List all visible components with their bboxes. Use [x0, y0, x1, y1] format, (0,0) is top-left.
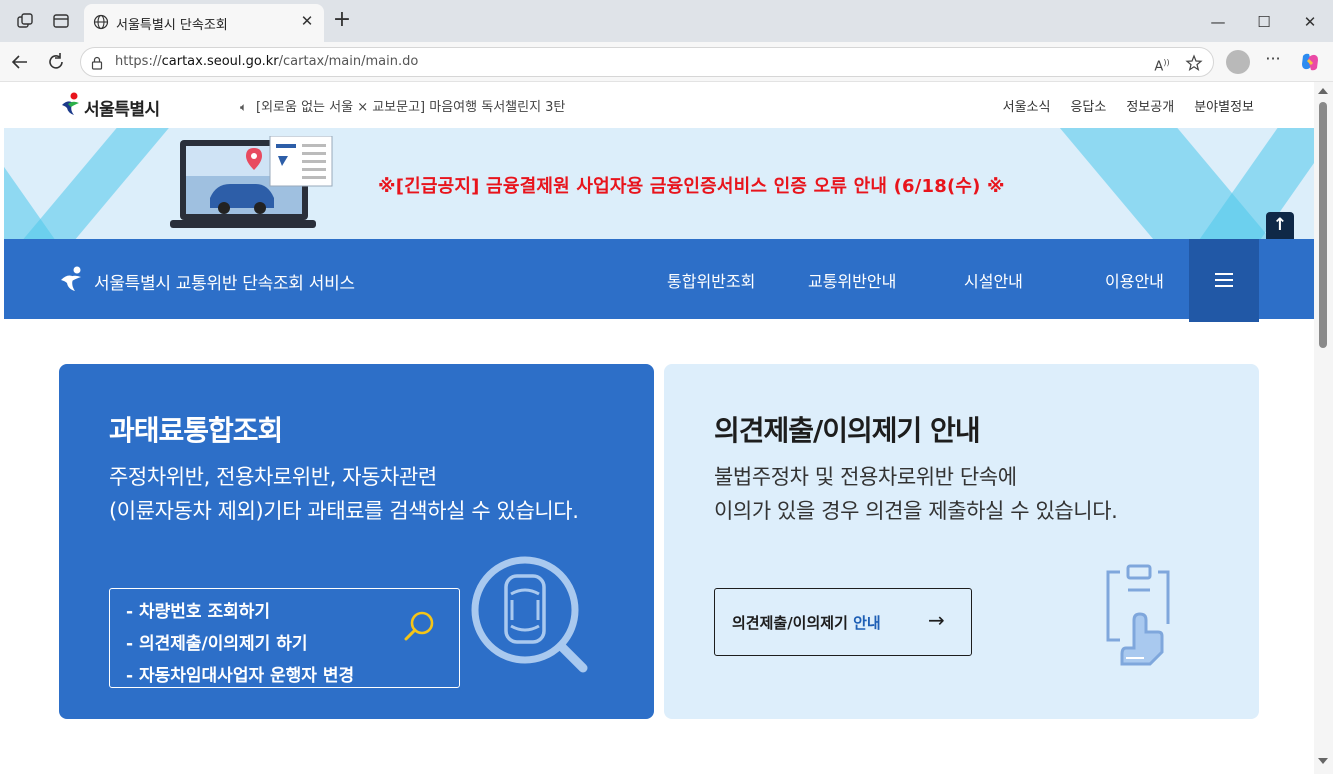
copilot-icon[interactable] — [1298, 50, 1322, 74]
scroll-down-icon[interactable] — [1318, 758, 1328, 764]
menu-usage-guide[interactable]: 이용안내 — [1105, 268, 1164, 292]
search-icon[interactable] — [402, 609, 438, 649]
fine-lookup-card[interactable]: 과태료통합조회 주정차위반, 전용차로위반, 자동차관련 (이륜자동차 제외)기… — [59, 364, 654, 719]
scroll-top-button[interactable]: ↑ — [1266, 212, 1294, 239]
car-magnifier-icon — [469, 554, 599, 688]
tab-title: 서울특별시 단속조회 — [116, 18, 228, 33]
arrow-right-icon: → — [928, 608, 945, 632]
lock-icon[interactable] — [90, 55, 104, 70]
fine-lookup-title: 과태료통합조회 — [109, 414, 283, 447]
page-viewport: 서울특별시 🔈︎ [외로움 없는 서울 × 교보문고] 마음여행 독서챌린지 3탄… — [4, 82, 1314, 774]
page-scrollbar[interactable] — [1314, 82, 1333, 774]
browser-tabbar: 서울특별시 단속조회 ✕ + — ☐ ✕ — [0, 0, 1333, 42]
notice-banner[interactable]: ※[긴급공지] 금융결제원 사업자용 금융인증서비스 인증 오류 안내 (6/1… — [4, 128, 1314, 239]
maximize-button[interactable]: ☐ — [1242, 8, 1286, 36]
hamburger-menu-button[interactable] — [1189, 239, 1259, 322]
top-links: 서울소식 응답소 정보공개 분야별정보 — [1003, 96, 1254, 115]
quick-links-box[interactable]: - 차량번호 조회하기 - 의견제출/이의제기 하기 - 자동차임대사업자 운행… — [109, 588, 460, 688]
fine-lookup-desc: 주정차위반, 전용차로위반, 자동차관련 (이륜자동차 제외)기타 과태료를 검… — [109, 465, 579, 523]
workspaces-icon[interactable] — [16, 12, 34, 30]
scroll-thumb[interactable] — [1319, 102, 1327, 348]
top-link-response[interactable]: 응답소 — [1070, 96, 1106, 115]
ticker-text: [외로움 없는 서울 × 교보문고] 마음여행 독서챌린지 3탄 — [256, 100, 566, 115]
logo-text: 서울특별시 — [84, 100, 160, 120]
speaker-icon: 🔈︎ — [240, 100, 248, 114]
objection-guide-card[interactable]: 의견제출/이의제기 안내 불법주정차 및 전용차로위반 단속에 이의가 있을 경… — [664, 364, 1259, 719]
brand-text: 서울특별시 교통위반 단속조회 서비스 — [94, 274, 355, 294]
hamburger-line — [1215, 285, 1233, 287]
top-link-disclosure[interactable]: 정보공개 — [1126, 96, 1174, 115]
seoul-logo[interactable]: 서울특별시 — [58, 91, 168, 120]
tab-close-icon[interactable]: ✕ — [298, 12, 316, 30]
minimize-button[interactable]: — — [1196, 8, 1240, 36]
link-objection[interactable]: - 의견제출/이의제기 하기 — [126, 629, 308, 654]
profile-avatar[interactable] — [1226, 50, 1250, 74]
laptop-illustration — [170, 135, 336, 236]
urgent-notice-text[interactable]: ※[긴급공지] 금융결제원 사업자용 금융인증서비스 인증 오류 안내 (6/1… — [378, 172, 1005, 198]
read-aloud-icon[interactable]: A)) — [1153, 54, 1171, 74]
menu-facility-guide[interactable]: 시설안내 — [964, 268, 1023, 292]
hamburger-line — [1215, 273, 1233, 275]
globe-icon — [93, 14, 109, 30]
top-link-categories[interactable]: 분야별정보 — [1194, 96, 1254, 115]
tab-active[interactable]: 서울특별시 단속조회 ✕ — [84, 4, 324, 42]
objection-button-label: 의견제출/이의제기 안내 — [732, 614, 881, 632]
new-tab-button[interactable]: + — [332, 9, 352, 31]
menu-violation-guide[interactable]: 교통위반안내 — [808, 268, 896, 292]
hamburger-line — [1215, 279, 1233, 281]
window-close-button[interactable]: ✕ — [1288, 8, 1332, 36]
more-menu-icon[interactable]: ··· — [1262, 48, 1284, 72]
url-text: https://cartax.seoul.go.kr/cartax/main/m… — [115, 54, 419, 69]
objection-guide-button[interactable]: 의견제출/이의제기 안내 → — [714, 588, 972, 656]
back-icon[interactable] — [9, 51, 31, 73]
scroll-up-icon[interactable] — [1318, 88, 1328, 94]
star-icon[interactable] — [1185, 54, 1203, 72]
objection-guide-title: 의견제출/이의제기 안내 — [714, 414, 981, 447]
main-navbar: 서울특별시 교통위반 단속조회 서비스 통합위반조회 교통위반안내 시설안내 이… — [4, 239, 1314, 322]
site-top-header: 서울특별시 🔈︎ [외로움 없는 서울 × 교보문고] 마음여행 독서챌린지 3탄… — [4, 82, 1314, 128]
browser-toolbar: https://cartax.seoul.go.kr/cartax/main/m… — [0, 42, 1333, 82]
link-rental-driver-change[interactable]: - 자동차임대사업자 운행자 변경 — [126, 661, 354, 686]
link-vehicle-lookup[interactable]: - 차량번호 조회하기 — [126, 597, 270, 622]
clipboard-hand-icon — [1104, 564, 1174, 678]
vertical-tabs-icon[interactable] — [52, 12, 70, 30]
address-bar[interactable]: https://cartax.seoul.go.kr/cartax/main/m… — [80, 47, 1214, 77]
menu-integrated-lookup[interactable]: 통합위반조회 — [667, 268, 755, 292]
objection-guide-desc: 불법주정차 및 전용차로위반 단속에 이의가 있을 경우 의견을 제출하실 수 … — [714, 465, 1118, 523]
news-ticker[interactable]: 🔈︎ [외로움 없는 서울 × 교보문고] 마음여행 독서챌린지 3탄 — [240, 96, 565, 115]
refresh-icon[interactable] — [45, 51, 67, 73]
top-link-news[interactable]: 서울소식 — [1003, 96, 1051, 115]
